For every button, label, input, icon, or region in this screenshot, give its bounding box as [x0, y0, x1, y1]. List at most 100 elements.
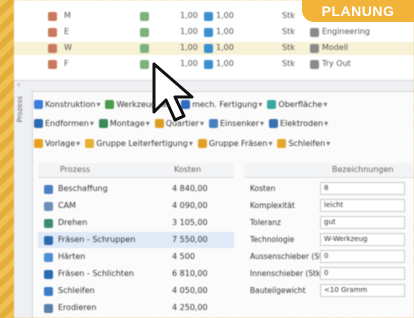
col-process-header[interactable]: Prozess	[60, 165, 90, 174]
process-grid-header: Prozess Kosten	[38, 163, 234, 178]
dropdown-icon: ▾	[188, 139, 193, 148]
tree-row-desc: Try Out	[322, 59, 351, 68]
process-row[interactable]: Drehen 3 105,00	[38, 215, 234, 231]
process-row[interactable]: CAM 4 090,00	[38, 198, 234, 214]
toolbar-button[interactable]: Gruppe Fräsen ▾	[197, 139, 272, 148]
toolbar-button[interactable]: Vorlage ▾	[34, 139, 80, 148]
property-row: Bauteilgewicht <10 Gramm	[244, 283, 414, 299]
folder-icon	[48, 12, 57, 21]
group-icon	[310, 44, 319, 53]
folder-icon	[48, 60, 57, 69]
toolbar-button[interactable]: Elektroden ▾	[269, 119, 328, 128]
process-row[interactable]: Erodieren 4 250,00	[38, 300, 234, 316]
tree-row-qty: 1,00	[180, 11, 198, 20]
process-cost: 7 550,00	[172, 235, 208, 244]
tree-row-value: 1,00	[216, 27, 234, 36]
tool-icon	[34, 119, 43, 128]
side-pane-label: Prozess	[16, 96, 24, 123]
tool-icon	[269, 119, 279, 128]
group-icon	[310, 28, 319, 37]
property-value-field[interactable]: <10 Gramm	[320, 284, 405, 297]
process-row[interactable]: Fräsen - Schruppen 7 550,00	[38, 232, 234, 248]
tool-icon	[267, 100, 277, 109]
toolbar-button[interactable]: Endformen ▾	[34, 119, 94, 128]
property-value-field[interactable]: leicht	[320, 199, 405, 212]
tree-row[interactable]: F 1,00 1,00 Stk Try Out	[14, 58, 414, 71]
process-row[interactable]: Fräsen - Schlichten 6 810,00	[38, 266, 234, 282]
property-label: Technologie	[250, 235, 295, 244]
property-row: Aussenschieber (Stk) 0	[244, 249, 414, 265]
toolbar-button-label: Konstruktion	[45, 100, 96, 109]
toolbar-button[interactable]: Schleifen ▾	[277, 139, 330, 148]
toolbar-button[interactable]: Gruppe Leiterfertigung ▾	[85, 139, 193, 148]
tree-row[interactable]: E 1,00 1,00 Stk Engineering	[14, 26, 414, 39]
property-row: Toleranz gut	[244, 215, 414, 231]
col-cost-header[interactable]: Kosten	[174, 165, 201, 174]
toolbar-button-label: Gruppe Fräsen	[208, 139, 268, 148]
toolbar-button-label: Gruppe Leiterfertigung	[96, 139, 188, 148]
tool-icon	[34, 139, 43, 148]
app-window: M 1,00 1,00 Stk E 1,00 1,00 Stk Engineering W 1,00…	[14, 0, 414, 318]
tool-icon	[208, 119, 218, 128]
tree-row-name: F	[64, 59, 69, 68]
toolbar-button-label: Oberfläche	[278, 100, 323, 109]
process-cost: 4 250,00	[172, 303, 208, 312]
dropdown-icon: ▾	[326, 139, 331, 148]
side-pane[interactable]: Prozess	[14, 90, 33, 318]
property-label: Bauteilgewicht	[250, 286, 306, 295]
tree-row[interactable]: W 1,00 1,00 Stk Modell	[14, 42, 414, 55]
document-icon	[140, 12, 149, 21]
process-icon	[44, 202, 53, 211]
tree-row-value: 1,00	[216, 43, 234, 52]
dropdown-icon: ▾	[89, 119, 94, 128]
document-icon	[140, 60, 149, 69]
tree-row-desc: Modell	[322, 43, 349, 52]
chart-icon	[204, 12, 213, 21]
property-value-field[interactable]: 0	[320, 267, 405, 280]
tree-row-unit: Stk	[282, 43, 295, 52]
dropdown-icon: ▾	[96, 100, 101, 109]
process-row[interactable]: Beschaffung 4 840,00	[38, 181, 234, 197]
toolbar-button[interactable]: Konstruktion ▾	[34, 100, 100, 109]
dropdown-icon: ▾	[258, 100, 263, 109]
process-cost: 6 810,00	[172, 269, 208, 278]
property-value-field[interactable]: 0	[320, 250, 405, 263]
property-value-field[interactable]: gut	[320, 216, 405, 229]
document-icon	[140, 44, 149, 53]
process-icon	[44, 185, 53, 194]
property-value-field[interactable]: W-Werkzeug	[320, 233, 405, 246]
toolbar-button[interactable]: Montage ▾	[98, 119, 150, 128]
tool-icon	[98, 119, 108, 128]
property-value-field[interactable]: 8	[320, 182, 405, 195]
process-row[interactable]: Härten 4 500	[38, 249, 234, 265]
property-label: Kosten	[250, 184, 276, 193]
dropdown-icon: ▾	[323, 100, 328, 109]
process-cost: 4 090,00	[172, 201, 208, 210]
toolbar-button[interactable]: Oberfläche ▾	[267, 100, 327, 109]
process-icon	[44, 236, 53, 245]
horizontal-scrollbar[interactable]: ‹	[14, 80, 414, 92]
process-cost: 4 050,00	[172, 286, 208, 295]
toolbar-button-label: Einsenker	[219, 119, 260, 128]
toolbar-button-label: Elektroden	[280, 119, 324, 128]
group-icon	[310, 60, 319, 69]
properties-header: Bezeichnungen	[244, 163, 414, 178]
process-row[interactable]: Schleifen 4 050,00	[38, 283, 234, 299]
tool-icon	[277, 139, 287, 148]
property-row: Technologie W-Werkzeug	[244, 232, 414, 248]
dropdown-icon: ▾	[324, 119, 329, 128]
toolbar-button-label: Endformen	[45, 119, 89, 128]
tool-icon	[105, 100, 115, 109]
toolbar-button[interactable]: Einsenker ▾	[208, 119, 264, 128]
mouse-cursor-icon	[152, 62, 194, 122]
tree-row-name: M	[64, 11, 71, 20]
dropdown-icon: ▾	[76, 139, 81, 148]
process-name: Beschaffung	[58, 184, 108, 193]
col-props-header: Bezeichnungen	[332, 165, 394, 174]
scroll-left-icon[interactable]: ‹	[17, 80, 20, 89]
process-name: Fräsen - Schlichten	[58, 269, 134, 278]
tree-row-name: W	[64, 43, 72, 52]
process-grid: Prozess Kosten Bezeichnungen Beschaffung…	[38, 163, 414, 318]
folder-icon	[48, 44, 57, 53]
process-name: Drehen	[58, 218, 88, 227]
